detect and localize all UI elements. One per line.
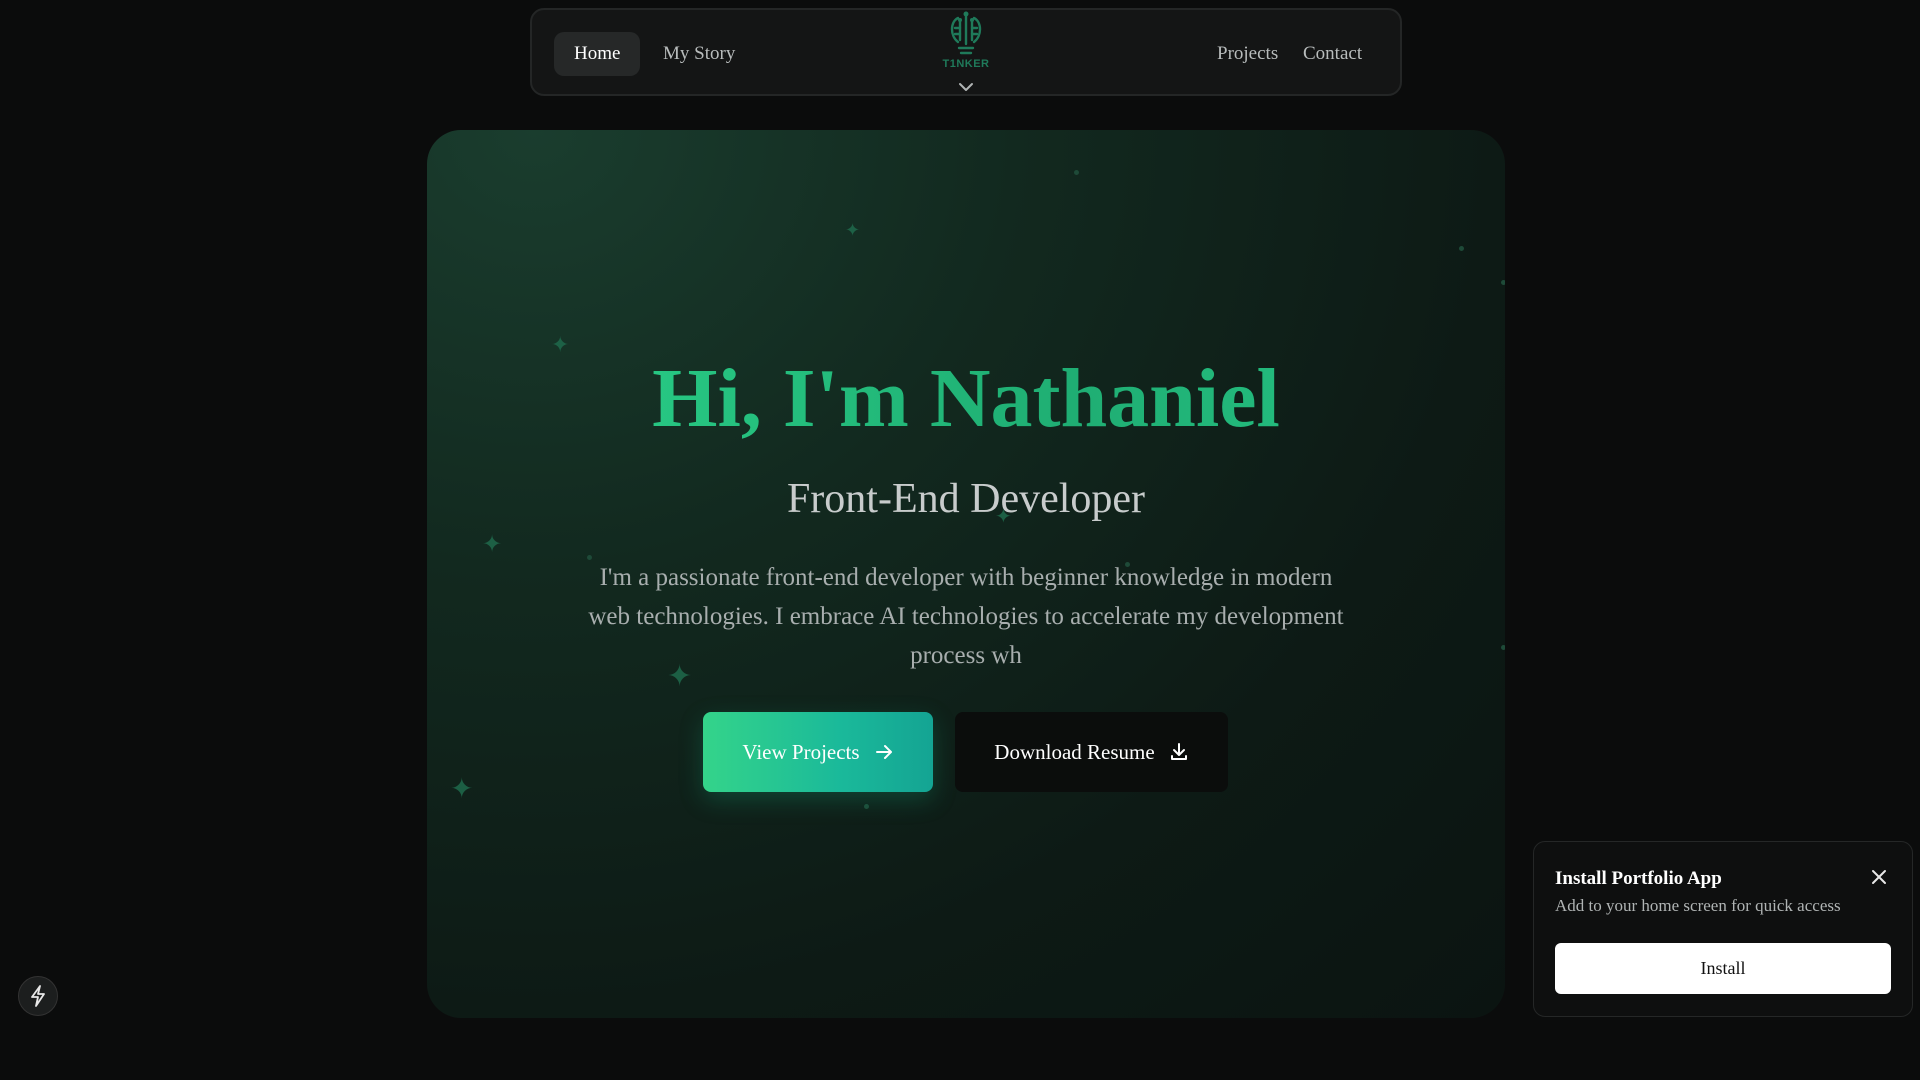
site-logo[interactable]: T1NKER bbox=[938, 10, 994, 94]
install-title: Install Portfolio App bbox=[1555, 868, 1722, 889]
download-resume-button[interactable]: Download Resume bbox=[955, 712, 1228, 792]
arrow-right-icon bbox=[875, 745, 892, 759]
hero-description: I'm a passionate front-end developer wit… bbox=[588, 564, 1344, 669]
hero-subtitle: Front-End Developer bbox=[786, 476, 1146, 522]
nav-home[interactable]: Home bbox=[554, 32, 641, 76]
hero-section: ✦ ✦ ✦ ✦ ✦ ✦ Hi, I'm Nathaniel Front-End … bbox=[427, 130, 1505, 1018]
nav-my-story[interactable]: My Story bbox=[643, 32, 755, 76]
lightning-icon bbox=[31, 985, 45, 1007]
top-navigation-bar: Home My Story T1NKER Projects Contact bbox=[530, 8, 1402, 96]
view-projects-label: View Projects bbox=[742, 740, 860, 764]
decorative-dot bbox=[1501, 280, 1505, 285]
decorative-star-icon: ✦ bbox=[450, 772, 474, 805]
decorative-dot bbox=[1501, 645, 1505, 650]
decorative-star-icon: ✦ bbox=[482, 530, 503, 558]
install-subtitle: Add to your home screen for quick access bbox=[1555, 896, 1841, 915]
download-icon bbox=[1170, 743, 1187, 760]
chevron-down-icon[interactable] bbox=[958, 82, 974, 92]
install-button[interactable]: Install bbox=[1555, 943, 1891, 994]
close-icon[interactable] bbox=[1868, 866, 1890, 888]
decorative-star-icon: ✦ bbox=[845, 220, 861, 241]
hero-title: Hi, I'm Nathaniel bbox=[427, 350, 1505, 447]
lightbulb-circuit-icon bbox=[950, 11, 982, 55]
nav-contact[interactable]: Contact bbox=[1283, 32, 1382, 76]
download-resume-label: Download Resume bbox=[994, 740, 1155, 764]
decorative-dot bbox=[864, 804, 869, 809]
quick-action-button[interactable] bbox=[18, 976, 58, 1016]
decorative-dot bbox=[1074, 170, 1079, 175]
install-app-prompt: Install Portfolio App Add to your home s… bbox=[1533, 841, 1913, 1017]
view-projects-button[interactable]: View Projects bbox=[703, 712, 933, 792]
decorative-dot bbox=[1459, 246, 1464, 251]
logo-text: T1NKER bbox=[942, 58, 990, 70]
